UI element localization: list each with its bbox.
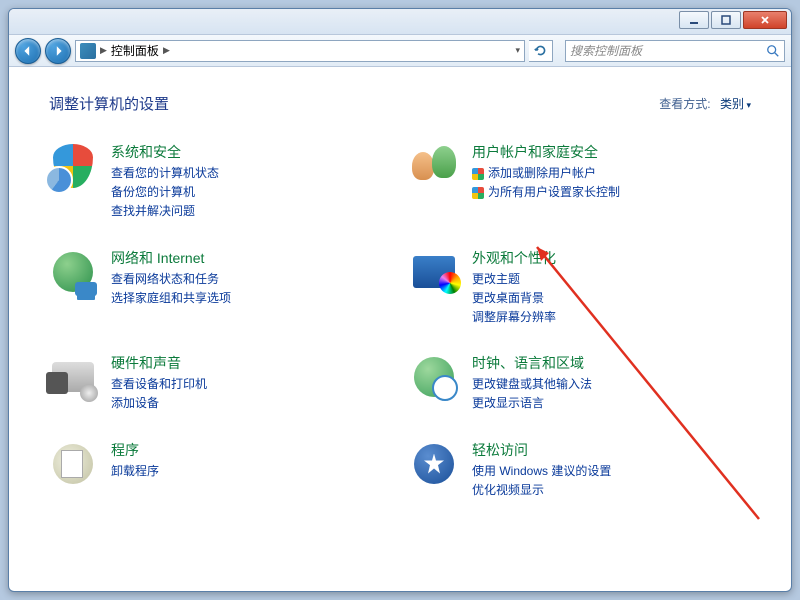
view-by: 查看方式: 类别 [659, 95, 751, 112]
address-bar[interactable]: ▶ 控制面板 ▶ ▾ [75, 40, 525, 62]
content-area: 调整计算机的设置 查看方式: 类别 系统和安全 查看您的计算机状态备份您的计算机… [9, 69, 791, 591]
breadcrumb-arrow-icon: ▶ [163, 45, 170, 56]
category-sublink[interactable]: 更改显示语言 [472, 394, 592, 413]
category-title[interactable]: 时钟、语言和区域 [472, 353, 592, 373]
category-sublink[interactable]: 查看网络状态和任务 [111, 270, 231, 289]
net-icon [49, 248, 97, 296]
search-input[interactable] [570, 44, 766, 58]
category-title[interactable]: 系统和安全 [111, 142, 219, 162]
category-item: 外观和个性化 更改主题更改桌面背景调整屏幕分辨率 [410, 248, 751, 328]
user-icon [410, 142, 458, 190]
breadcrumb-arrow-icon: ▶ [100, 45, 107, 56]
category-item: 程序 卸载程序 [49, 440, 390, 500]
category-title[interactable]: 程序 [111, 440, 159, 460]
category-sublink[interactable]: 查看您的计算机状态 [111, 164, 219, 183]
category-sublink[interactable]: 添加或删除用户帐户 [472, 164, 620, 183]
category-sublink[interactable]: 更改桌面背景 [472, 289, 556, 308]
category-title[interactable]: 用户帐户和家庭安全 [472, 142, 620, 162]
category-sublink[interactable]: 查找并解决问题 [111, 202, 219, 221]
hw-icon [49, 353, 97, 401]
category-sublink[interactable]: 使用 Windows 建议的设置 [472, 462, 611, 481]
refresh-button[interactable] [529, 40, 553, 62]
close-button[interactable] [743, 11, 787, 29]
category-sublink[interactable]: 更改主题 [472, 270, 556, 289]
category-sublink[interactable]: 选择家庭组和共享选项 [111, 289, 231, 308]
category-item: 轻松访问 使用 Windows 建议的设置优化视频显示 [410, 440, 751, 500]
category-item: 用户帐户和家庭安全 添加或删除用户帐户为所有用户设置家长控制 [410, 142, 751, 222]
category-sublink[interactable]: 添加设备 [111, 394, 207, 413]
category-sublink[interactable]: 卸载程序 [111, 462, 159, 481]
category-title[interactable]: 网络和 Internet [111, 248, 231, 268]
prog-icon [49, 440, 97, 488]
content-header: 调整计算机的设置 查看方式: 类别 [49, 93, 751, 114]
control-panel-window: ▶ 控制面板 ▶ ▾ 调整计算机的设置 查看方式: 类别 系统和安全 查看您的计… [8, 8, 792, 592]
ease-icon [410, 440, 458, 488]
view-by-dropdown[interactable]: 类别 [720, 97, 751, 111]
minimize-button[interactable] [679, 11, 709, 29]
back-button[interactable] [15, 38, 41, 64]
category-sublink[interactable]: 为所有用户设置家长控制 [472, 183, 620, 202]
category-title[interactable]: 外观和个性化 [472, 248, 556, 268]
category-item: 系统和安全 查看您的计算机状态备份您的计算机查找并解决问题 [49, 142, 390, 222]
category-sublink[interactable]: 备份您的计算机 [111, 183, 219, 202]
category-sublink[interactable]: 更改键盘或其他输入法 [472, 375, 592, 394]
address-dropdown-icon[interactable]: ▾ [515, 45, 520, 56]
category-title[interactable]: 轻松访问 [472, 440, 611, 460]
category-item: 网络和 Internet 查看网络状态和任务选择家庭组和共享选项 [49, 248, 390, 328]
category-sublink[interactable]: 查看设备和打印机 [111, 375, 207, 394]
search-icon[interactable] [766, 44, 780, 58]
control-panel-icon [80, 43, 96, 59]
forward-button[interactable] [45, 38, 71, 64]
appear-icon [410, 248, 458, 296]
clock-icon [410, 353, 458, 401]
search-box[interactable] [565, 40, 785, 62]
page-title: 调整计算机的设置 [49, 93, 169, 114]
category-sublink[interactable]: 调整屏幕分辨率 [472, 308, 556, 327]
maximize-button[interactable] [711, 11, 741, 29]
view-by-label: 查看方式: [659, 97, 710, 111]
category-sublink[interactable]: 优化视频显示 [472, 481, 611, 500]
category-title[interactable]: 硬件和声音 [111, 353, 207, 373]
navbar: ▶ 控制面板 ▶ ▾ [9, 35, 791, 67]
titlebar [9, 9, 791, 35]
category-item: 时钟、语言和区域 更改键盘或其他输入法更改显示语言 [410, 353, 751, 413]
category-grid: 系统和安全 查看您的计算机状态备份您的计算机查找并解决问题 用户帐户和家庭安全 … [49, 142, 751, 500]
category-item: 硬件和声音 查看设备和打印机添加设备 [49, 353, 390, 413]
breadcrumb-location[interactable]: 控制面板 [111, 42, 159, 59]
shield-icon [49, 142, 97, 190]
